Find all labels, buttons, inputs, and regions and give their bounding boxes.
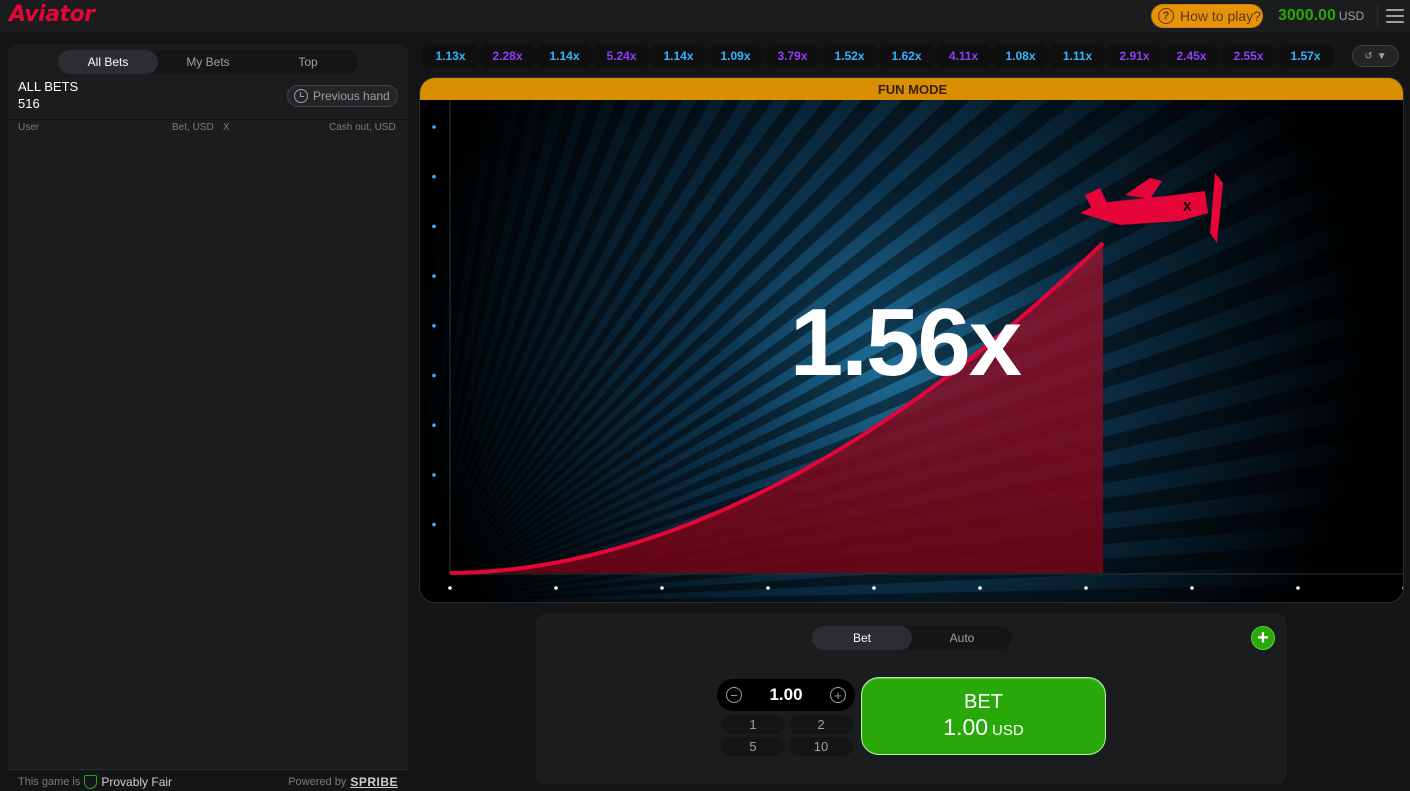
- history-multiplier[interactable]: 1.57x: [1277, 44, 1334, 68]
- history-multiplier[interactable]: 1.14x: [650, 44, 707, 68]
- this-game-is-label: This game is: [18, 776, 81, 788]
- provably-fair[interactable]: This game is Provably Fair: [18, 775, 172, 789]
- tab-bet[interactable]: Bet: [812, 626, 912, 650]
- panel-footer: This game is Provably Fair Powered by SP…: [8, 769, 408, 791]
- how-to-play-label: How to play?: [1180, 8, 1261, 24]
- quick-amount-10[interactable]: 10: [789, 737, 853, 756]
- current-multiplier: 1.56x: [789, 289, 1022, 396]
- x-dot: [660, 586, 664, 590]
- x-dot: [1296, 586, 1300, 590]
- header-divider-line: [8, 119, 408, 120]
- stake-value[interactable]: 1.00: [769, 685, 802, 705]
- history-multiplier[interactable]: 1.52x: [821, 44, 878, 68]
- history-multiplier[interactable]: 1.08x: [992, 44, 1049, 68]
- y-dot: [432, 125, 436, 129]
- y-dot: [432, 324, 436, 328]
- history-icon: ↺: [1364, 50, 1373, 62]
- bets-panel: All Bets My Bets Top ALL BETS 516 Previo…: [8, 44, 408, 791]
- previous-hand-button[interactable]: Previous hand: [287, 85, 398, 107]
- x-dot: [554, 586, 558, 590]
- minus-button[interactable]: −: [726, 687, 742, 703]
- bet-button[interactable]: BET 1.00 USD: [861, 677, 1106, 755]
- plus-button[interactable]: +: [830, 687, 846, 703]
- multiplier-history: 1.13x 2.28x 1.14x 5.24x 1.14x 1.09x 3.79x 1.52x…: [422, 44, 1352, 68]
- history-multiplier[interactable]: 3.79x: [764, 44, 821, 68]
- history-toggle-button[interactable]: ↺ ▼: [1352, 45, 1399, 67]
- fun-mode-banner: FUN MODE: [420, 78, 1403, 100]
- column-bet: Bet, USD: [172, 122, 214, 133]
- tab-my-bets[interactable]: My Bets: [158, 50, 258, 74]
- question-icon: ?: [1158, 8, 1174, 24]
- history-multiplier[interactable]: 5.24x: [593, 44, 650, 68]
- x-dot: [872, 586, 876, 590]
- menu-icon[interactable]: [1386, 9, 1404, 23]
- bet-button-label: BET: [964, 691, 1003, 713]
- bet-panel: Bet Auto + − 1.00 + 1 2 5 10 BET 1.00 USD: [536, 614, 1286, 784]
- x-dot: [766, 586, 770, 590]
- history-multiplier[interactable]: 1.62x: [878, 44, 935, 68]
- shield-check-icon: [84, 775, 98, 789]
- history-multiplier[interactable]: 1.09x: [707, 44, 764, 68]
- y-dot: [432, 373, 436, 378]
- history-multiplier[interactable]: 2.91x: [1106, 44, 1163, 68]
- history-multiplier[interactable]: 1.13x: [422, 44, 479, 68]
- all-bets-title: ALL BETS: [18, 79, 79, 94]
- column-user: User: [18, 122, 40, 133]
- provably-fair-label: Provably Fair: [101, 775, 173, 789]
- how-to-play-button[interactable]: ? How to play?: [1151, 4, 1263, 28]
- balance-currency: USD: [1338, 9, 1365, 23]
- bet-button-amount-line: 1.00 USD: [943, 714, 1023, 741]
- y-dot: [432, 224, 436, 229]
- bets-tabs: All Bets My Bets Top: [58, 50, 358, 74]
- y-dot: [432, 522, 436, 527]
- history-multiplier[interactable]: 1.14x: [536, 44, 593, 68]
- x-dot: [1084, 586, 1088, 590]
- tab-auto[interactable]: Auto: [912, 626, 1012, 650]
- stake-stepper: − 1.00 +: [717, 679, 855, 711]
- quick-amount-1[interactable]: 1: [721, 715, 785, 734]
- quick-amount-5[interactable]: 5: [721, 737, 785, 756]
- y-dot: [432, 274, 436, 278]
- history-multiplier[interactable]: 4.11x: [935, 44, 992, 68]
- history-multiplier[interactable]: 1.11x: [1049, 44, 1106, 68]
- add-bet-panel-button[interactable]: +: [1251, 626, 1275, 650]
- history-multiplier[interactable]: 2.28x: [479, 44, 536, 68]
- y-dot: [432, 423, 436, 428]
- game-canvas: X FUN MODE 1.56x: [419, 77, 1404, 603]
- x-dot: [978, 586, 982, 590]
- bet-mode-tabs: Bet Auto: [812, 626, 1012, 650]
- history-multiplier[interactable]: 2.55x: [1220, 44, 1277, 68]
- header-divider: [1377, 4, 1378, 28]
- quick-amount-2[interactable]: 2: [789, 715, 853, 734]
- powered-by-label: Powered by: [288, 776, 347, 788]
- tab-all-bets[interactable]: All Bets: [58, 50, 158, 74]
- all-bets-count: 516: [18, 96, 40, 111]
- spribe-logo[interactable]: SPRIBE: [350, 775, 398, 789]
- powered-by: Powered by SPRIBE: [288, 775, 398, 789]
- tab-top[interactable]: Top: [258, 50, 358, 74]
- column-x: X: [223, 122, 230, 133]
- y-dot: [432, 473, 436, 477]
- chevron-down-icon: ▼: [1376, 50, 1387, 62]
- top-bar: Aviator ? How to play? 3000.00 USD: [0, 0, 1410, 32]
- y-dot: [432, 174, 436, 179]
- balance-amount: 3000.00: [1278, 7, 1336, 24]
- x-dot: [448, 586, 452, 590]
- x-dot: [1190, 586, 1194, 590]
- column-cashout: Cash out, USD: [329, 122, 396, 133]
- plane-mark: X: [1183, 199, 1192, 214]
- history-icon: [294, 89, 308, 103]
- bet-button-currency: USD: [992, 722, 1024, 739]
- balance-display: 3000.00 USD: [1278, 7, 1364, 25]
- aviator-logo[interactable]: Aviator: [9, 2, 95, 27]
- bet-button-amount: 1.00: [943, 714, 989, 740]
- history-multiplier[interactable]: 2.45x: [1163, 44, 1220, 68]
- previous-hand-label: Previous hand: [313, 89, 390, 103]
